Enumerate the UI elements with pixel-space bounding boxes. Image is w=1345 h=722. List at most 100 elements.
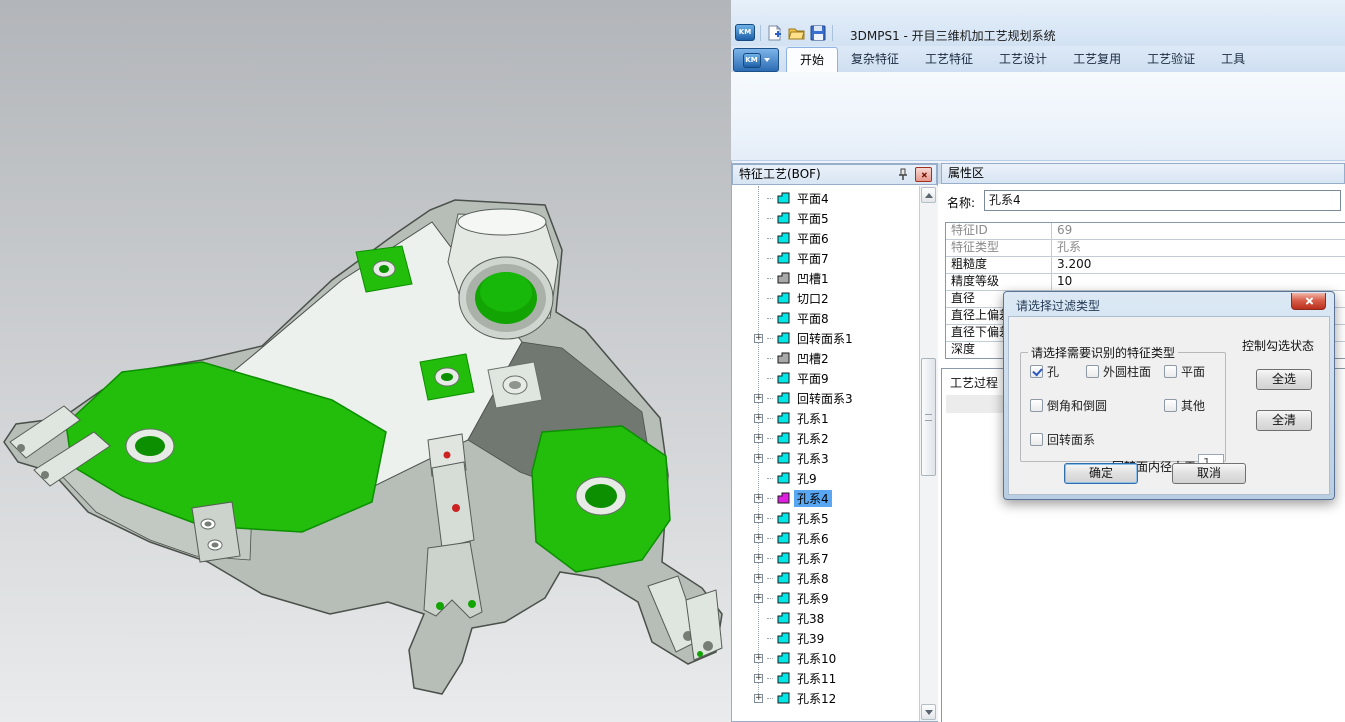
tree-item-label: 孔系5 — [794, 510, 832, 527]
checkbox-box — [1030, 433, 1043, 446]
tree-connector — [767, 318, 773, 319]
tab-5[interactable]: 工艺复用 — [1060, 47, 1134, 71]
property-row: 特征类型孔系 — [946, 240, 1345, 257]
tree-expander-icon[interactable]: + — [754, 554, 763, 563]
tree-expander-icon[interactable]: + — [754, 654, 763, 663]
tree-item[interactable]: +孔系3 — [732, 448, 918, 468]
tree-item[interactable]: +孔系2 — [732, 428, 918, 448]
tree-connector — [767, 458, 773, 459]
save-icon[interactable] — [810, 25, 827, 41]
application-menu-button[interactable]: KM — [733, 48, 779, 72]
tree-item[interactable]: +孔9 — [732, 468, 918, 488]
tree-item[interactable]: +凹槽1 — [732, 268, 918, 288]
tab-3[interactable]: 工艺特征 — [912, 47, 986, 71]
tree-item[interactable]: +孔系12 — [732, 688, 918, 708]
dialog-checkbox-孔[interactable]: 孔 — [1030, 363, 1059, 380]
open-folder-icon[interactable] — [788, 25, 805, 41]
tree-item[interactable]: + 孔系11 — [732, 668, 918, 688]
scroll-down-button[interactable] — [921, 704, 936, 720]
tree-connector — [767, 298, 773, 299]
dialog-checkbox-倒角和倒圆[interactable]: 倒角和倒圆 — [1030, 397, 1107, 414]
feature-icon — [777, 672, 790, 684]
tree-item[interactable]: +回转面系3 — [732, 388, 918, 408]
ok-button[interactable]: 确定 — [1064, 463, 1138, 484]
feature-icon — [777, 212, 790, 224]
checkbox-box — [1164, 365, 1177, 378]
tree-expander-icon[interactable]: + — [754, 674, 763, 683]
new-document-icon[interactable] — [766, 25, 783, 41]
part-hole-left — [135, 436, 165, 456]
tree-expander-icon[interactable]: + — [754, 394, 763, 403]
tree-panel-header: 特征工艺(BOF) #treepanel .xmark::before,#tre… — [732, 164, 937, 185]
tree-expander-icon[interactable]: + — [754, 694, 763, 703]
tree-item[interactable]: +孔39 — [732, 628, 918, 648]
tree-expander-icon[interactable]: + — [754, 454, 763, 463]
name-input[interactable]: 孔系4 — [984, 190, 1341, 211]
properties-header: 属性区 — [941, 163, 1345, 184]
select-all-button[interactable]: 全选 — [1256, 369, 1312, 390]
tree-item[interactable]: +平面5 — [732, 208, 918, 228]
tree-expander-icon[interactable]: + — [754, 574, 763, 583]
tree-item[interactable]: +孔38 — [732, 608, 918, 628]
tree-connector — [767, 538, 773, 539]
tree-item[interactable]: +平面6 — [732, 228, 918, 248]
scroll-up-button[interactable] — [921, 187, 936, 203]
dialog-close-button[interactable] — [1291, 293, 1326, 310]
tab-4[interactable]: 工艺设计 — [986, 47, 1060, 71]
tree-connector — [767, 698, 773, 699]
pin-icon[interactable] — [897, 168, 909, 181]
tree-item[interactable]: +回转面系1 — [732, 328, 918, 348]
feature-icon — [777, 232, 790, 244]
app-logo[interactable]: KM — [735, 24, 755, 41]
tree-item[interactable]: +孔系6 — [732, 528, 918, 548]
checkbox-label: 平面 — [1181, 363, 1205, 380]
cancel-button[interactable]: 取消 — [1172, 463, 1246, 484]
tree-expander-icon[interactable]: + — [754, 434, 763, 443]
property-label: 粗糙度 — [946, 257, 1052, 273]
scrollbar-thumb[interactable] — [921, 358, 936, 476]
tree-expander-icon[interactable]: + — [754, 334, 763, 343]
tab-6[interactable]: 工艺验证 — [1134, 47, 1208, 71]
feature-icon — [777, 452, 790, 464]
tree-item[interactable]: +孔系4 — [732, 488, 918, 508]
property-value: 孔系 — [1052, 240, 1345, 256]
tree-item[interactable]: +凹槽2 — [732, 348, 918, 368]
tree-item-label: 平面6 — [794, 230, 832, 247]
property-row: 特征ID69 — [946, 223, 1345, 240]
tree-item[interactable]: +孔系1 — [732, 408, 918, 428]
feature-icon — [777, 372, 790, 384]
close-panel-icon[interactable]: #treepanel .xmark::before,#treepanel .xm… — [915, 167, 932, 182]
tree-item[interactable]: + 孔系8 — [732, 568, 918, 588]
tab-2[interactable]: 复杂特征 — [838, 47, 912, 71]
tree-item-label: 孔系11 — [794, 670, 839, 687]
tree-scrollbar[interactable] — [919, 186, 938, 721]
tree-expander-icon[interactable]: + — [754, 414, 763, 423]
tree-item[interactable]: +孔系7 — [732, 548, 918, 568]
clear-all-button[interactable]: 全清 — [1256, 410, 1312, 431]
tree-expander-icon[interactable]: + — [754, 594, 763, 603]
tree-expander-icon[interactable]: + — [754, 534, 763, 543]
tree-expander-icon[interactable]: + — [754, 494, 763, 503]
tree-expander-icon[interactable]: + — [754, 514, 763, 523]
tree-item[interactable]: +平面4 — [732, 188, 918, 208]
dialog-checkbox-外圆柱面[interactable]: 外圆柱面 — [1086, 363, 1151, 380]
feature-icon — [777, 252, 790, 264]
tree-connector — [767, 618, 773, 619]
dialog-checkbox-回转面系[interactable]: 回转面系 — [1030, 431, 1095, 448]
bracket-part-model[interactable] — [0, 0, 731, 722]
tree-item[interactable]: +平面7 — [732, 248, 918, 268]
tree-item[interactable]: +孔系9 — [732, 588, 918, 608]
tree-item[interactable]: +平面9 — [732, 368, 918, 388]
tree-item[interactable]: +切口2 — [732, 288, 918, 308]
dialog-checkbox-平面[interactable]: 平面 — [1164, 363, 1205, 380]
tree-item[interactable]: + 孔系5 — [732, 508, 918, 528]
tab-1[interactable]: 开始 — [786, 47, 838, 72]
3d-viewport[interactable] — [0, 0, 731, 722]
property-value: 3.200 — [1052, 257, 1345, 273]
tree-panel-title: 特征工艺(BOF) — [739, 165, 821, 184]
tree-item[interactable]: +平面8 — [732, 308, 918, 328]
tree-item[interactable]: +孔系10 — [732, 648, 918, 668]
dialog-checkbox-其他[interactable]: 其他 — [1164, 397, 1205, 414]
tab-7[interactable]: 工具 — [1208, 47, 1258, 71]
tree-item-label: 孔系8 — [794, 570, 832, 587]
